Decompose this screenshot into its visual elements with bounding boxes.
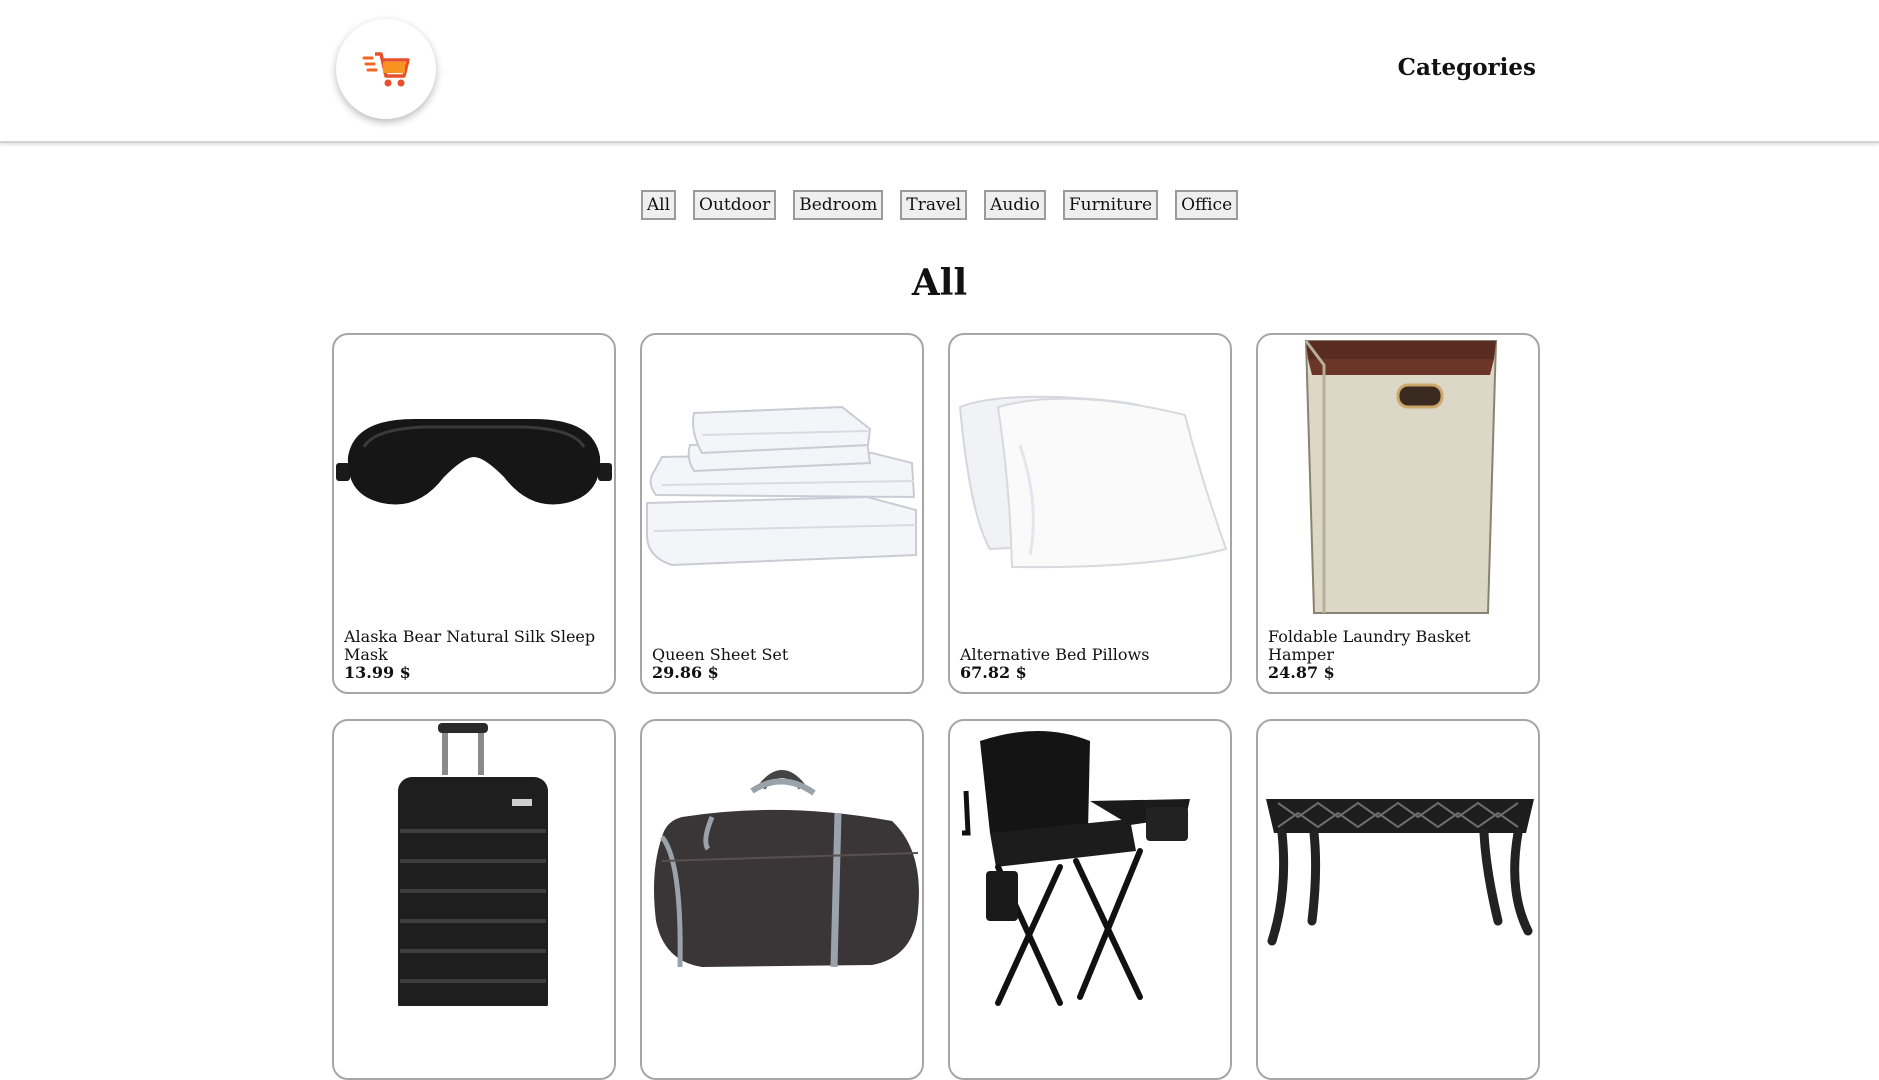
- filter-outdoor[interactable]: Outdoor: [693, 190, 777, 220]
- product-info: Queen Sheet Set 29.86 $: [652, 646, 912, 682]
- product-price: 67.82 $: [960, 663, 1027, 682]
- product-info: Foldable Laundry Basket Hamper 24.87 $: [1268, 628, 1528, 682]
- product-image-camping-chair[interactable]: [950, 721, 1230, 1006]
- logo[interactable]: [336, 19, 436, 119]
- product-image-bed-pillows[interactable]: [950, 335, 1230, 620]
- product-name: Alaska Bear Natural Silk Sleep Mask: [344, 627, 596, 664]
- product-image-duffel-bag[interactable]: [642, 721, 922, 1006]
- product-card[interactable]: Foldable Laundry Basket Hamper 24.87 $: [1256, 333, 1540, 694]
- product-card[interactable]: [640, 719, 924, 1080]
- product-image-laundry-hamper[interactable]: [1258, 335, 1538, 620]
- product-image-sheet-set[interactable]: [642, 335, 922, 620]
- site-header: Categories: [0, 0, 1879, 143]
- product-info: Alternative Bed Pillows 67.82 $: [960, 646, 1220, 682]
- category-filters: All Outdoor Bedroom Travel Audio Furniture Off…: [0, 190, 1879, 220]
- product-name: Queen Sheet Set: [652, 645, 789, 664]
- product-name: Alternative Bed Pillows: [960, 645, 1150, 664]
- product-card[interactable]: Alaska Bear Natural Silk Sleep Mask 13.99…: [332, 333, 616, 694]
- product-price: 13.99 $: [344, 663, 411, 682]
- categories-link[interactable]: Categories: [1398, 54, 1536, 81]
- product-price: 29.86 $: [652, 663, 719, 682]
- product-image-sleep-mask[interactable]: [334, 335, 614, 620]
- section-title: All: [911, 262, 968, 304]
- product-price: 24.87 $: [1268, 663, 1335, 682]
- product-card[interactable]: Queen Sheet Set 29.86 $: [640, 333, 924, 694]
- filter-bedroom[interactable]: Bedroom: [793, 190, 884, 220]
- filter-all[interactable]: All: [640, 190, 677, 220]
- product-info: Alaska Bear Natural Silk Sleep Mask 13.99…: [344, 628, 604, 682]
- filter-audio[interactable]: Audio: [984, 190, 1046, 220]
- product-card[interactable]: Alternative Bed Pillows 67.82 $: [948, 333, 1232, 694]
- product-card[interactable]: [1256, 719, 1540, 1080]
- filter-office[interactable]: Office: [1175, 190, 1239, 220]
- product-card[interactable]: [948, 719, 1232, 1080]
- filter-furniture[interactable]: Furniture: [1062, 190, 1159, 220]
- product-image-suitcase[interactable]: [334, 721, 614, 1006]
- product-grid: Alaska Bear Natural Silk Sleep Mask 13.99…: [332, 333, 1540, 1080]
- product-image-camp-grill-table[interactable]: [1258, 721, 1538, 1006]
- shopping-cart-icon: [362, 52, 410, 87]
- product-card[interactable]: [332, 719, 616, 1080]
- product-name: Foldable Laundry Basket Hamper: [1268, 627, 1471, 664]
- filter-travel[interactable]: Travel: [900, 190, 968, 220]
